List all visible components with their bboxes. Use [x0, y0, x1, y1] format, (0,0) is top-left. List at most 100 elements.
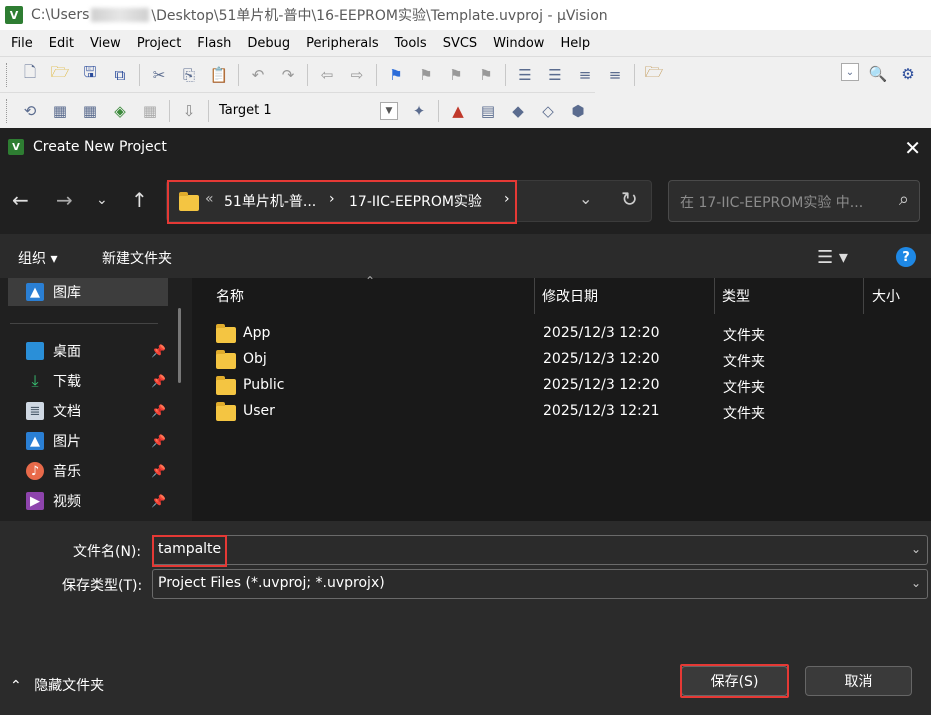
- cut-icon[interactable]: ✂: [148, 64, 170, 86]
- debug-session-icon[interactable]: ⚙: [897, 63, 919, 85]
- nav-scrollbar[interactable]: [178, 308, 181, 383]
- back-arrow-icon[interactable]: ←: [12, 188, 29, 212]
- forward-arrow-icon[interactable]: →: [56, 188, 73, 212]
- gallery-icon: ▲: [26, 283, 44, 301]
- batch-build-icon[interactable]: ◈: [109, 100, 131, 122]
- nav-item-videos[interactable]: ▶ 视频 📌: [26, 489, 176, 513]
- target-options-icon[interactable]: ✦: [408, 100, 430, 122]
- chevron-down-icon[interactable]: ⌄: [911, 576, 921, 590]
- menu-tools[interactable]: Tools: [387, 36, 435, 51]
- search-box[interactable]: 在 17-IIC-EEPROM实验 中... ⌕: [668, 180, 920, 222]
- translate-icon[interactable]: ⟲: [19, 100, 41, 122]
- undo-icon[interactable]: ↶: [247, 64, 269, 86]
- help-icon[interactable]: ?: [896, 247, 916, 267]
- find-dropdown-icon[interactable]: ⌄: [841, 63, 859, 81]
- nav-forward-icon[interactable]: ⇨: [346, 64, 368, 86]
- nav-item-pictures[interactable]: ▲ 图片 📌: [26, 429, 176, 453]
- column-divider[interactable]: [714, 278, 715, 314]
- unindent-icon[interactable]: ☰: [544, 64, 566, 86]
- file-row[interactable]: App 2025/12/3 12:20 文件夹: [212, 323, 912, 347]
- pin-icon[interactable]: 📌: [151, 494, 166, 508]
- menu-debug[interactable]: Debug: [239, 36, 298, 51]
- new-folder-button[interactable]: 新建文件夹: [102, 248, 172, 268]
- toolbar-grip[interactable]: [6, 62, 9, 87]
- up-arrow-icon[interactable]: ↑: [131, 188, 148, 212]
- target-select[interactable]: Target 1 ▼: [215, 100, 398, 122]
- find-in-files-icon[interactable]: 🗁: [643, 63, 665, 86]
- pack-installer-icon[interactable]: ◇: [537, 100, 559, 122]
- column-header-modified[interactable]: 修改日期: [542, 286, 598, 306]
- filename-input[interactable]: tampalte ⌄: [152, 535, 928, 565]
- menu-project[interactable]: Project: [129, 36, 189, 51]
- menu-peripherals[interactable]: Peripherals: [298, 36, 387, 51]
- build-icon[interactable]: ▦: [49, 100, 71, 122]
- file-row[interactable]: Obj 2025/12/3 12:20 文件夹: [212, 349, 912, 373]
- pin-icon[interactable]: 📌: [151, 434, 166, 448]
- menu-view[interactable]: View: [82, 36, 129, 51]
- pin-icon[interactable]: 📌: [151, 344, 166, 358]
- column-header-type[interactable]: 类型: [722, 286, 750, 306]
- uncomment-icon[interactable]: ≡: [604, 64, 626, 86]
- stop-build-icon[interactable]: ▦: [139, 100, 161, 122]
- nav-item-desktop[interactable]: 桌面 📌: [26, 339, 176, 363]
- chevron-down-icon[interactable]: ▼: [380, 101, 398, 120]
- save-icon[interactable]: 🖫: [79, 63, 101, 86]
- pin-icon[interactable]: 📌: [151, 464, 166, 478]
- prev-bookmark-icon[interactable]: ⚑: [415, 64, 437, 86]
- nav-item-music[interactable]: ♪ 音乐 📌: [26, 459, 176, 483]
- menu-flash[interactable]: Flash: [189, 36, 239, 51]
- view-options-icon[interactable]: ☰ ▾: [817, 247, 848, 268]
- nav-back-icon[interactable]: ⇦: [316, 64, 338, 86]
- chevron-down-icon[interactable]: ⌄: [579, 189, 592, 208]
- nav-item-documents[interactable]: ≣ 文档 📌: [26, 399, 176, 423]
- filetype-select[interactable]: Project Files (*.uvproj; *.uvprojx) ⌄: [152, 569, 928, 599]
- file-row[interactable]: Public 2025/12/3 12:20 文件夹: [212, 375, 912, 399]
- file-list: ⌃ 名称 修改日期 类型 大小 App 2025/12/3 12:20 文件夹 …: [192, 274, 931, 521]
- pin-icon[interactable]: 📌: [151, 374, 166, 388]
- column-header-name[interactable]: 名称: [216, 286, 244, 306]
- file-row[interactable]: User 2025/12/3 12:21 文件夹: [212, 401, 912, 425]
- menu-window[interactable]: Window: [485, 36, 552, 51]
- manage-project-icon[interactable]: ▲: [447, 100, 469, 122]
- bookmark-icon[interactable]: ⚑: [385, 64, 407, 86]
- incremental-find-icon[interactable]: 🔍: [867, 63, 889, 85]
- new-file-icon[interactable]: 🗋: [19, 63, 41, 86]
- menu-file[interactable]: File: [3, 36, 41, 51]
- next-bookmark-icon[interactable]: ⚑: [445, 64, 467, 86]
- toolbar-grip[interactable]: [6, 98, 9, 123]
- menu-help[interactable]: Help: [552, 36, 598, 51]
- nav-item-downloads[interactable]: ⤓ 下载 📌: [26, 369, 176, 393]
- chevron-down-icon[interactable]: ⌄: [911, 542, 921, 556]
- redacted-username: [91, 8, 150, 22]
- column-divider[interactable]: [863, 278, 864, 314]
- manage-runtime-icon[interactable]: ▤: [477, 100, 499, 122]
- download-icon[interactable]: ⇩: [178, 100, 200, 122]
- search-icon[interactable]: ⌕: [899, 189, 909, 210]
- cancel-button[interactable]: 取消: [805, 666, 912, 696]
- open-file-icon[interactable]: 🗁: [49, 63, 71, 86]
- indent-icon[interactable]: ☰: [514, 64, 536, 86]
- nav-item-gallery[interactable]: ▲ 图库: [26, 280, 176, 304]
- menu-edit[interactable]: Edit: [41, 36, 82, 51]
- rebuild-icon[interactable]: ▦: [79, 100, 101, 122]
- uvision-menu-bar: File Edit View Project Flash Debug Perip…: [0, 30, 931, 56]
- pin-icon[interactable]: 📌: [151, 404, 166, 418]
- column-header-size[interactable]: 大小: [872, 286, 900, 306]
- comment-icon[interactable]: ≡: [574, 64, 596, 86]
- column-divider[interactable]: [534, 278, 535, 314]
- save-all-icon[interactable]: ⧉: [109, 64, 131, 86]
- close-icon[interactable]: ✕: [904, 136, 921, 160]
- paste-icon[interactable]: 📋: [208, 64, 230, 86]
- menu-svcs[interactable]: SVCS: [435, 36, 485, 51]
- organize-button[interactable]: 组织 ▾: [18, 248, 57, 268]
- refresh-icon[interactable]: ↻: [621, 187, 638, 211]
- select-packs-icon[interactable]: ◆: [507, 100, 529, 122]
- recent-locations-icon[interactable]: ⌄: [96, 192, 108, 208]
- hide-folders-toggle[interactable]: ⌃ 隐藏文件夹: [10, 675, 104, 695]
- copy-icon[interactable]: ⎘: [178, 64, 200, 86]
- redo-icon[interactable]: ↷: [277, 64, 299, 86]
- clear-bookmarks-icon[interactable]: ⚑: [475, 64, 497, 86]
- dialog-logo-icon: V: [8, 139, 24, 155]
- multi-project-icon[interactable]: ⬢: [567, 100, 589, 122]
- dialog-title-bar: V Create New Project ✕: [0, 128, 931, 166]
